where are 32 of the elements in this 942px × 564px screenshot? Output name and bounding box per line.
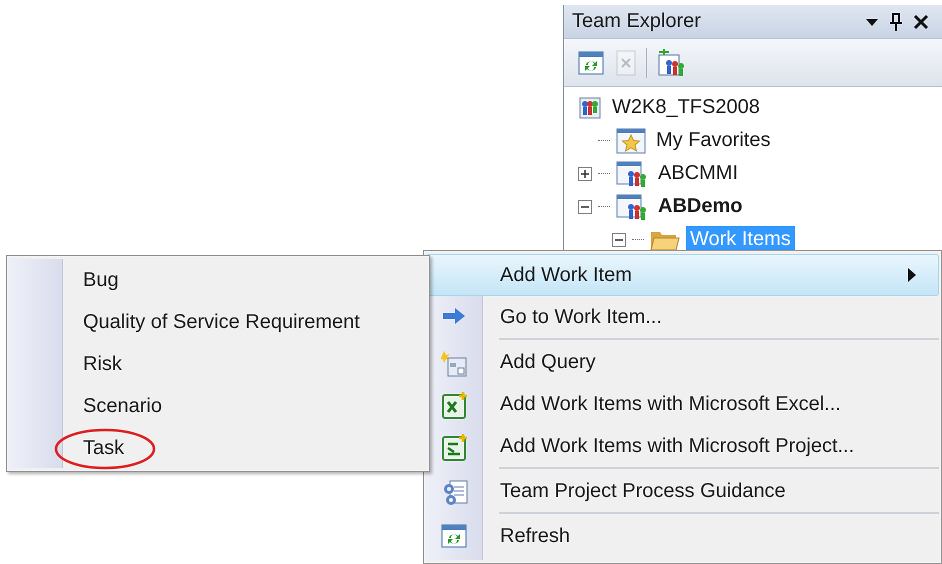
- project-icon: [441, 434, 469, 462]
- tree-item[interactable]: ABCMMI: [654, 160, 742, 187]
- expand-toggle[interactable]: [578, 166, 592, 180]
- server-icon: [578, 96, 602, 120]
- menu-item[interactable]: Refresh: [426, 515, 939, 557]
- menu-item[interactable]: Add Work Items with Microsoft Excel...: [426, 383, 939, 425]
- collapse-toggle[interactable]: [578, 200, 592, 214]
- gear-document-icon: [441, 479, 469, 507]
- menu-item[interactable]: Scenario: [9, 385, 427, 427]
- menu-item[interactable]: Bug: [9, 259, 427, 301]
- arrow-right-icon: [441, 305, 467, 327]
- refresh-button[interactable]: [576, 48, 606, 76]
- new-query-icon: [441, 350, 469, 378]
- menu-item[interactable]: Add Work Items with Microsoft Project...: [426, 425, 939, 467]
- menu-item[interactable]: Team Project Process Guidance: [426, 470, 939, 512]
- refresh-icon: [441, 524, 467, 548]
- menu-item[interactable]: Go to Work Item...: [426, 296, 939, 338]
- delete-icon: [614, 50, 638, 76]
- menu-item[interactable]: Add Work Item: [426, 254, 939, 296]
- menu-item[interactable]: Risk: [9, 343, 427, 385]
- team-project-icon: [616, 194, 648, 220]
- tree-item[interactable]: W2K8_TFS2008: [608, 94, 764, 121]
- collapse-toggle[interactable]: [612, 232, 626, 246]
- tree-item[interactable]: ABDemo: [654, 193, 746, 220]
- excel-icon: [441, 392, 469, 420]
- refresh-icon: [578, 50, 604, 74]
- team-project-icon: [616, 160, 648, 186]
- menu-item[interactable]: Task: [9, 427, 427, 469]
- menu-item[interactable]: Quality of Service Requirement: [9, 301, 427, 343]
- menu-item[interactable]: Add Query: [426, 341, 939, 383]
- tree-item[interactable]: My Favorites: [652, 127, 774, 154]
- panel-title: Team Explorer: [572, 10, 702, 33]
